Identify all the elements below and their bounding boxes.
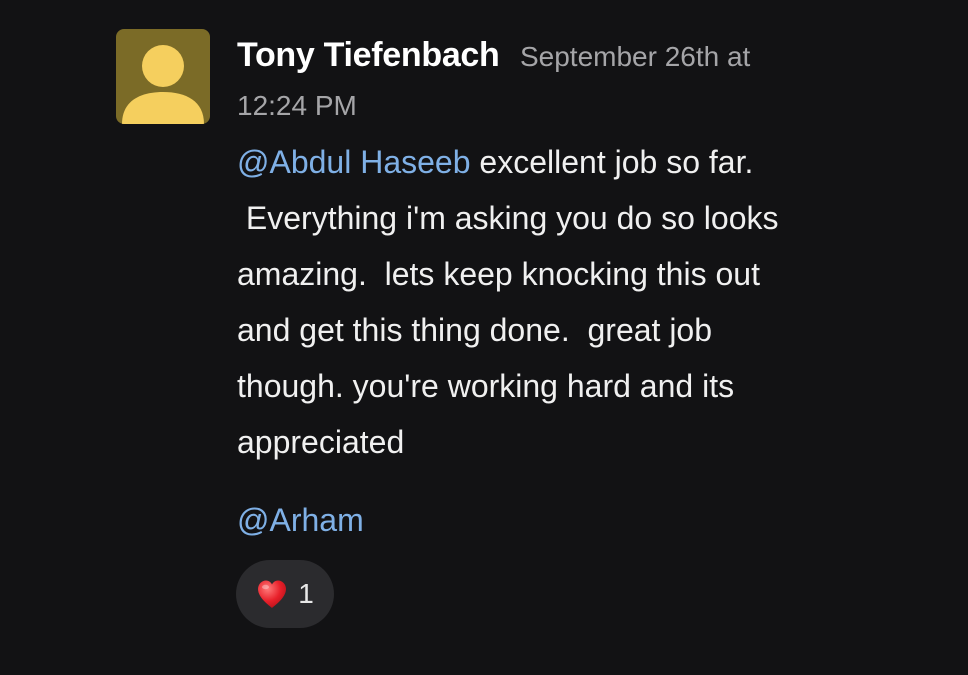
body-text-segment: excellent job so far. (470, 144, 754, 180)
body-line: amazing. lets keep knocking this out (237, 256, 760, 292)
body-line: appreciated (237, 424, 405, 460)
message-body: @Abdul Haseeb excellent job so far. Ever… (237, 134, 877, 470)
chat-message: Tony Tiefenbach September 26th at 12:24 … (0, 0, 968, 675)
reaction-heart-button[interactable]: 1 (236, 560, 334, 628)
heart-icon (256, 579, 288, 609)
mention-arham[interactable]: @Arham (237, 502, 364, 538)
avatar[interactable] (116, 29, 210, 124)
mention-abdul-haseeb[interactable]: @Abdul Haseeb (237, 144, 471, 180)
user-silhouette-icon (122, 45, 204, 124)
mention-paragraph: @Arham (237, 492, 364, 548)
body-line: though. you're working hard and its (237, 368, 735, 404)
timestamp-time[interactable]: 12:24 PM (237, 82, 357, 130)
message-header: Tony Tiefenbach September 26th at (237, 28, 877, 89)
reaction-count: 1 (298, 578, 314, 609)
body-line: @Abdul Haseeb excellent job so far. (237, 134, 877, 190)
body-line: and get this thing done. great job (237, 312, 713, 348)
body-line: Everything i'm asking you do so looks (237, 200, 779, 236)
author-name[interactable]: Tony Tiefenbach (237, 36, 500, 74)
timestamp[interactable]: September 26th at (520, 41, 750, 72)
